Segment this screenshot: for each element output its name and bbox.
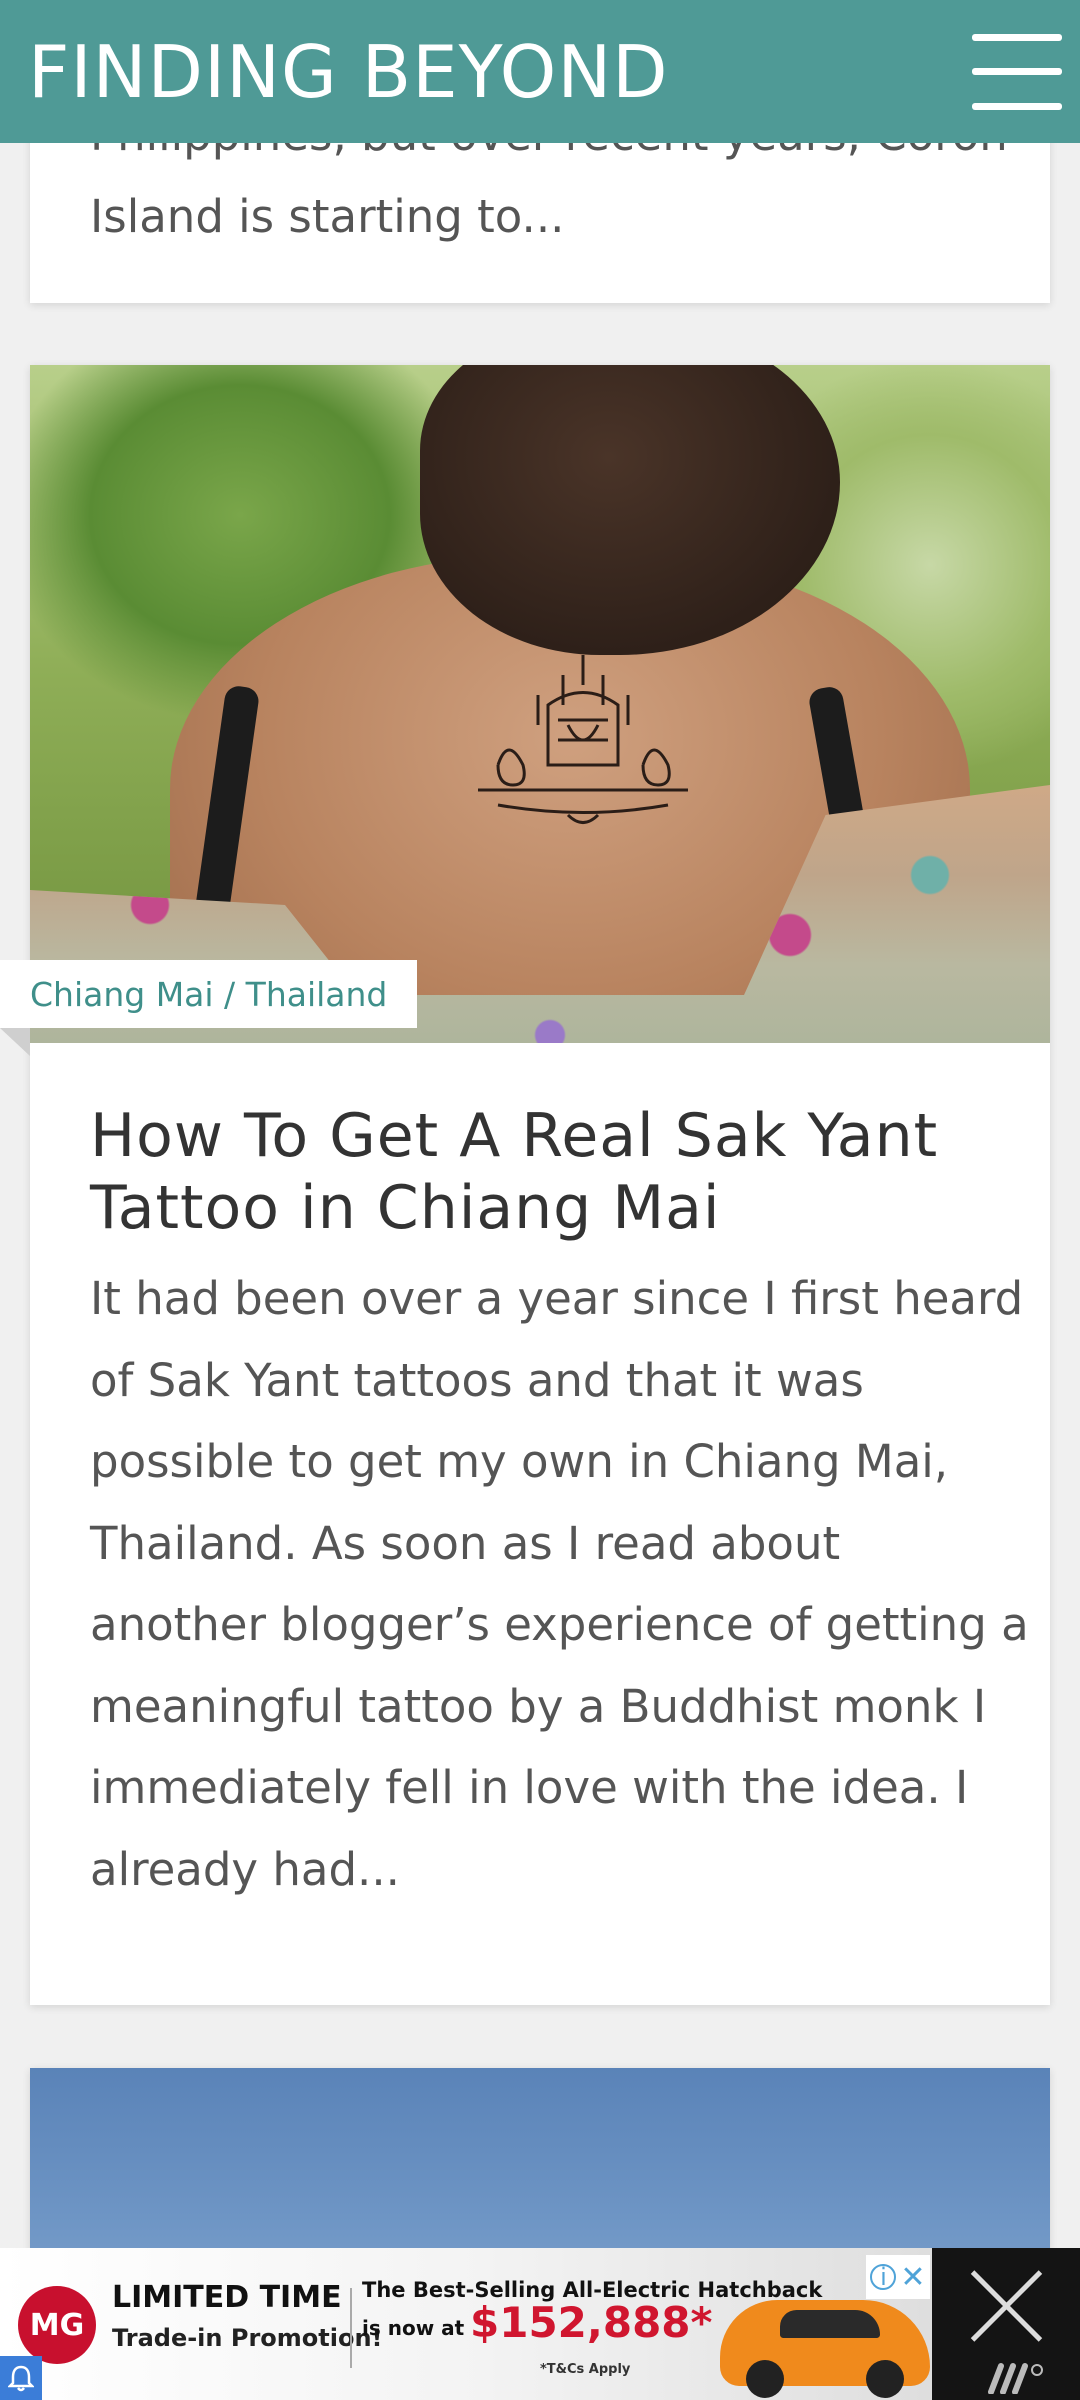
adchoices-icon[interactable]: i ✕ xyxy=(866,2255,930,2299)
site-logo[interactable]: FINDING BEYOND xyxy=(28,36,669,108)
site-header: FINDING BEYOND xyxy=(0,0,1080,143)
article-title[interactable]: How To Get A Real Sak Yant Tattoo in Chi… xyxy=(90,1100,1010,1244)
category-tag[interactable]: Chiang Mai / Thailand xyxy=(0,960,418,1028)
ad-terms: *T&Cs Apply xyxy=(540,2362,631,2377)
ad-headline: LIMITED TIME xyxy=(112,2280,342,2315)
ad-network-icon xyxy=(988,2363,1043,2394)
close-icon[interactable] xyxy=(958,2258,1054,2354)
category-label[interactable]: Chiang Mai / Thailand xyxy=(30,975,387,1014)
article-excerpt: It had been over a year since I first he… xyxy=(90,1272,1029,1896)
adchoices-close-icon: ✕ xyxy=(900,2259,926,2295)
ad-price: $152,888* xyxy=(470,2298,713,2347)
notification-bell-icon[interactable] xyxy=(0,2356,42,2400)
mg-logo: MG xyxy=(18,2286,96,2364)
category-tag-fold xyxy=(0,1028,30,1056)
article-card[interactable]: How To Get A Real Sak Yant Tattoo in Chi… xyxy=(30,365,1050,2005)
adchoices-info-icon: i xyxy=(870,2263,897,2291)
article-hero-image[interactable] xyxy=(30,365,1050,1043)
ad-price-lead: is now at xyxy=(362,2316,465,2340)
menu-icon[interactable] xyxy=(972,33,1062,110)
ad-divider xyxy=(350,2288,352,2368)
sak-yant-tattoo-graphic xyxy=(478,655,688,824)
ad-subheadline: Trade-in Promotion! xyxy=(112,2324,383,2352)
ad-close-panel xyxy=(932,2248,1080,2400)
car-image xyxy=(720,2300,930,2398)
